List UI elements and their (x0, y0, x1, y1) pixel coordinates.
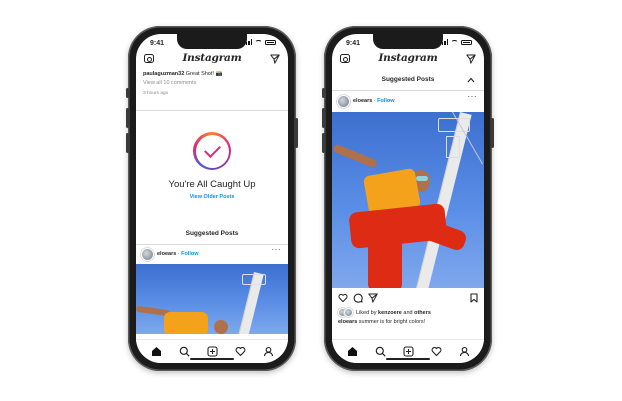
profile-icon[interactable] (459, 346, 470, 357)
caption-text: Great Shot! 📸 (185, 71, 223, 77)
avatar[interactable] (141, 247, 154, 261)
instagram-logo: Instagram (182, 52, 242, 64)
direct-message-icon[interactable] (270, 54, 280, 64)
volume-down-button (322, 133, 325, 153)
pole-bracket (446, 136, 460, 158)
red-pants-leg (368, 236, 402, 288)
head (214, 320, 228, 334)
post-header: eloears · Follow ··· (141, 245, 288, 261)
power-button (491, 118, 494, 148)
app-header: Instagram (332, 51, 484, 69)
bookmark-icon[interactable] (470, 293, 478, 303)
wifi-icon (255, 39, 262, 45)
post-actions (338, 292, 478, 304)
left-phone: 9:41 Instagram paulaguzman32 Great Shot!… (126, 26, 298, 371)
chevron-up-icon[interactable] (467, 77, 475, 83)
status-icons (243, 39, 276, 45)
volume-up-button (126, 108, 129, 128)
profile-icon[interactable] (263, 346, 274, 357)
divider (136, 244, 288, 245)
post-author: eloears · Follow (353, 98, 395, 104)
mute-switch (322, 88, 325, 98)
post-author: eloears · Follow (157, 251, 199, 257)
view-comments-link[interactable]: View all 10 comments (143, 80, 282, 87)
likes-prefix: Liked by (356, 309, 379, 316)
caught-up-badge (193, 132, 231, 170)
caption-username[interactable]: paulaguzman32 (143, 71, 184, 77)
suggested-posts-header: Suggested Posts (381, 76, 435, 83)
home-icon[interactable] (151, 346, 162, 357)
left-screen: 9:41 Instagram paulaguzman32 Great Shot!… (136, 34, 288, 363)
wifi-icon (451, 39, 458, 45)
post-photo[interactable] (136, 264, 288, 334)
more-options-icon[interactable]: ··· (272, 245, 282, 254)
post-username[interactable]: eloears (157, 251, 176, 257)
utility-pole (414, 112, 472, 288)
volume-down-button (126, 133, 129, 153)
instagram-logo: Instagram (378, 52, 438, 64)
post-username[interactable]: eloears (353, 98, 372, 104)
comment-icon[interactable] (353, 293, 363, 303)
post-header: eloears · Follow ··· (337, 92, 484, 108)
activity-heart-icon[interactable] (431, 346, 442, 357)
more-options-icon[interactable]: ··· (468, 92, 478, 101)
caption: eloears summer is for bright colors! (338, 319, 480, 325)
search-icon[interactable] (375, 346, 386, 357)
home-indicator (386, 358, 430, 360)
notch (373, 34, 443, 49)
likes-and: and (401, 309, 415, 316)
battery-icon (461, 39, 472, 45)
caption-text: summer is for bright colors! (358, 319, 426, 325)
direct-message-icon[interactable] (466, 54, 476, 64)
suggested-posts-header: Suggested Posts (185, 230, 239, 237)
share-icon[interactable] (368, 293, 378, 303)
likes-others-link[interactable]: others (414, 310, 431, 316)
previous-post-footer: paulaguzman32 Great Shot! 📸 View all 10 … (143, 71, 282, 97)
notch (177, 34, 247, 49)
like-heart-icon[interactable] (338, 293, 348, 303)
follow-button[interactable]: Follow (181, 251, 198, 257)
arm (332, 143, 378, 169)
divider (332, 90, 484, 91)
volume-up-button (322, 108, 325, 128)
liker-username[interactable]: kenzoere (378, 310, 402, 316)
likes-text: Liked by kenzoere and others (356, 310, 431, 316)
right-phone: 9:41 Instagram Suggested Posts eloears ·… (322, 26, 494, 371)
right-screen: 9:41 Instagram Suggested Posts eloears ·… (332, 34, 484, 363)
caught-up-title: You're All Caught Up (168, 179, 256, 190)
mute-switch (126, 88, 129, 98)
caption-username[interactable]: eloears (338, 319, 357, 325)
follow-button[interactable]: Follow (377, 98, 394, 104)
battery-icon (265, 39, 276, 45)
avatar (344, 308, 353, 317)
view-older-posts-link[interactable]: View Older Posts (136, 194, 288, 200)
activity-heart-icon[interactable] (235, 346, 246, 357)
status-time: 9:41 (150, 40, 165, 47)
orange-shirt (164, 312, 208, 334)
status-icons (439, 39, 472, 45)
likes-row: Liked by kenzoere and others (338, 308, 480, 317)
pole-fixture (242, 274, 266, 285)
caption: paulaguzman32 Great Shot! 📸 (143, 71, 282, 78)
add-post-icon[interactable] (206, 346, 218, 357)
add-post-icon[interactable] (402, 346, 414, 357)
search-icon[interactable] (179, 346, 190, 357)
app-header: Instagram (136, 51, 288, 69)
home-indicator (190, 358, 234, 360)
sunglasses (416, 176, 428, 181)
divider (136, 110, 288, 111)
post-timestamp: 3 hours ago (143, 90, 169, 96)
liker-avatars (338, 308, 353, 317)
avatar[interactable] (337, 94, 350, 108)
home-icon[interactable] (347, 346, 358, 357)
status-time: 9:41 (346, 40, 361, 47)
post-photo[interactable] (332, 112, 484, 288)
pole-fixture (438, 118, 470, 132)
power-button (295, 118, 298, 148)
